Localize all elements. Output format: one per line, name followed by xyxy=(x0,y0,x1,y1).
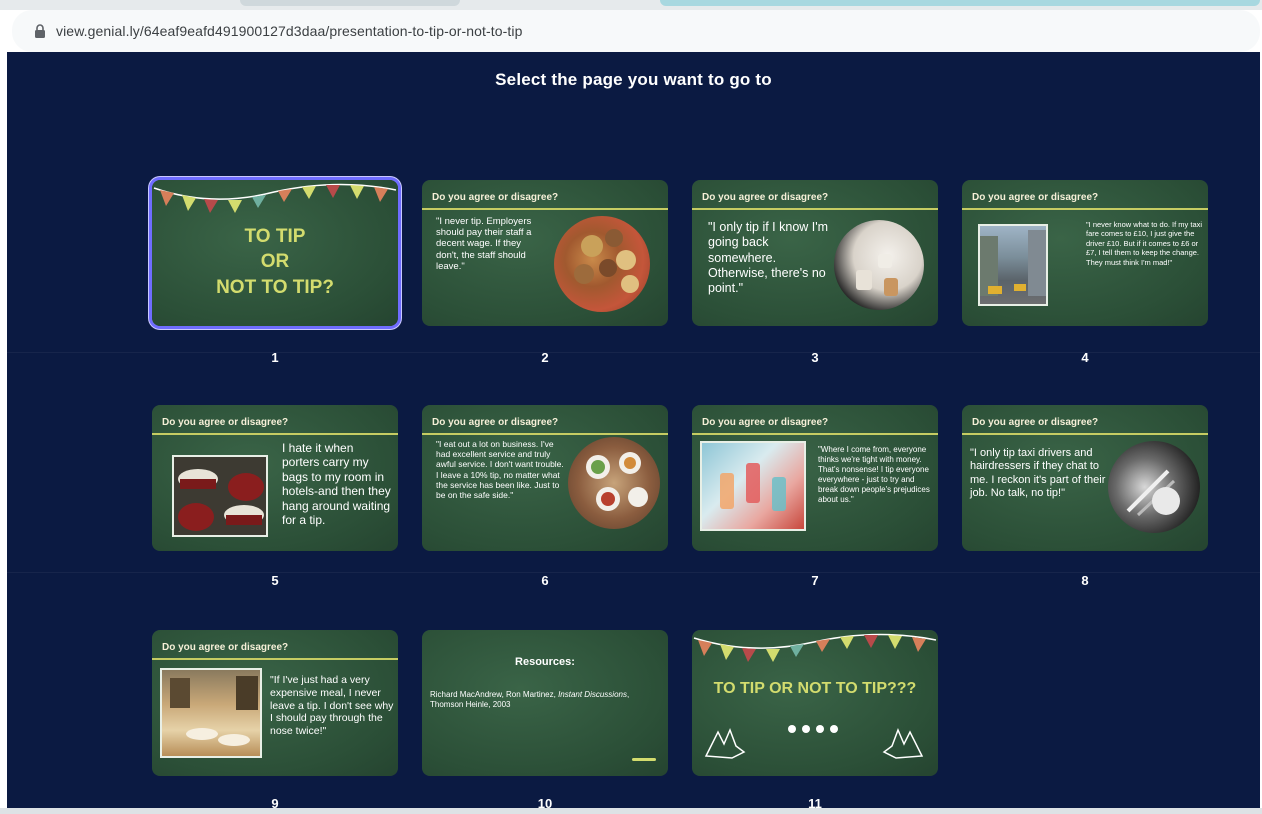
slide-number: 4 xyxy=(1081,350,1089,365)
slide-thumbnail-1[interactable]: TO TIP OR NOT TO TIP? xyxy=(152,180,398,326)
slide-quote: "Where I come from, everyone thinks we'r… xyxy=(818,445,930,504)
slide-header: Do you agree or disagree? xyxy=(162,417,289,428)
slide-quote: "I only tip taxi drivers and hairdresser… xyxy=(970,447,1106,500)
slide-quote: I hate it when porters carry my bags to … xyxy=(282,441,391,527)
slide-thumbnail-4[interactable]: Do you agree or disagree? "I never know … xyxy=(962,180,1208,326)
slide-thumbnail-9[interactable]: Do you agree or disagree? "If I've just … xyxy=(152,630,398,776)
lock-icon xyxy=(35,24,45,38)
header-underline xyxy=(962,433,1208,435)
slide-number: 8 xyxy=(1081,573,1089,588)
page-heading: Select the page you want to go to xyxy=(495,70,772,89)
slide-header: Do you agree or disagree? xyxy=(702,192,829,203)
slide-thumbnail-8[interactable]: Do you agree or disagree? "I only tip ta… xyxy=(962,405,1208,551)
porter-hats-photo xyxy=(172,455,268,537)
genially-page: Select the page you want to go to TO TIP… xyxy=(7,52,1260,808)
slide-number: 5 xyxy=(271,573,279,588)
browser-tab-active[interactable] xyxy=(660,0,1260,6)
slide-header: Do you agree or disagree? xyxy=(162,642,289,653)
slide-thumbnail-7[interactable]: Do you agree or disagree? "Where I come … xyxy=(692,405,938,551)
slide-number: 2 xyxy=(541,350,549,365)
resources-title: Resources: xyxy=(515,656,575,668)
slide-number: 7 xyxy=(811,573,819,588)
slide-thumbnail-5[interactable]: Do you agree or disagree? I hate it when… xyxy=(152,405,398,551)
slide-quote: "I never tip. Employers should pay their… xyxy=(436,216,532,272)
address-bar[interactable]: view.genial.ly/64eaf9eafd491900127d3daa/… xyxy=(12,10,1260,52)
slide-quote: "I only tip if I know I'm going back som… xyxy=(708,220,829,295)
slide-number: 11 xyxy=(808,796,822,808)
slide-thumbnail-10[interactable]: Resources: Richard MacAndrew, Ron Martin… xyxy=(422,630,668,776)
hairdresser-photo xyxy=(1108,441,1200,533)
slide-thumbnail-11[interactable]: TO TIP OR NOT TO TIP??? xyxy=(692,630,938,776)
slide-number: 10 xyxy=(537,796,553,808)
resources-citation: Richard MacAndrew, Ron Martinez, Instant… xyxy=(430,690,630,710)
slide-thumbnail-6[interactable]: Do you agree or disagree? "I eat out a l… xyxy=(422,405,668,551)
toasting-drinks-photo xyxy=(700,441,806,531)
browser-tab-strip xyxy=(0,0,1262,10)
restaurant-food-photo xyxy=(568,437,660,529)
slide-thumbnail-3[interactable]: Do you agree or disagree? "I only tip if… xyxy=(692,180,938,326)
pagination-dots xyxy=(788,725,838,733)
slide-title: TO TIP OR NOT TO TIP??? xyxy=(713,680,917,697)
slide-quote: "I never know what to do. If my taxi far… xyxy=(1086,220,1203,267)
slide-header: Do you agree or disagree? xyxy=(702,417,829,428)
header-underline xyxy=(422,208,668,210)
slide-header: Do you agree or disagree? xyxy=(972,417,1099,428)
coffee-photo xyxy=(834,220,924,310)
slide-header: Do you agree or disagree? xyxy=(432,192,559,203)
header-underline xyxy=(692,208,938,210)
header-underline xyxy=(422,433,668,435)
clapping-hands-icon xyxy=(704,727,746,759)
slide-title: TO TIP OR NOT TO TIP? xyxy=(216,226,334,298)
slide-number: 9 xyxy=(271,796,279,808)
slide-number: 1 xyxy=(271,350,279,365)
slide-quote: "I eat out a lot on business. I've had e… xyxy=(436,439,564,500)
header-underline xyxy=(692,433,938,435)
bunting-decoration xyxy=(153,183,397,213)
header-underline xyxy=(152,658,398,660)
slide-header: Do you agree or disagree? xyxy=(432,417,559,428)
header-underline xyxy=(152,433,398,435)
chalk-mark xyxy=(632,758,656,761)
url-text[interactable]: view.genial.ly/64eaf9eafd491900127d3daa/… xyxy=(56,23,523,39)
browser-tab[interactable] xyxy=(240,0,460,6)
slide-thumbnail-2[interactable]: Do you agree or disagree? "I never tip. … xyxy=(422,180,668,326)
bunting-decoration xyxy=(693,633,937,662)
slide-quote: "If I've just had a very expensive meal,… xyxy=(270,674,394,738)
slide-header: Do you agree or disagree? xyxy=(972,192,1099,203)
bottom-edge xyxy=(0,808,1262,814)
slide-number: 3 xyxy=(811,350,819,365)
taxi-street-photo xyxy=(978,224,1048,306)
restaurant-table-photo xyxy=(160,668,262,758)
clapping-hands-icon xyxy=(882,727,924,759)
coins-photo xyxy=(554,216,650,312)
header-underline xyxy=(962,208,1208,210)
slide-number: 6 xyxy=(541,573,549,588)
